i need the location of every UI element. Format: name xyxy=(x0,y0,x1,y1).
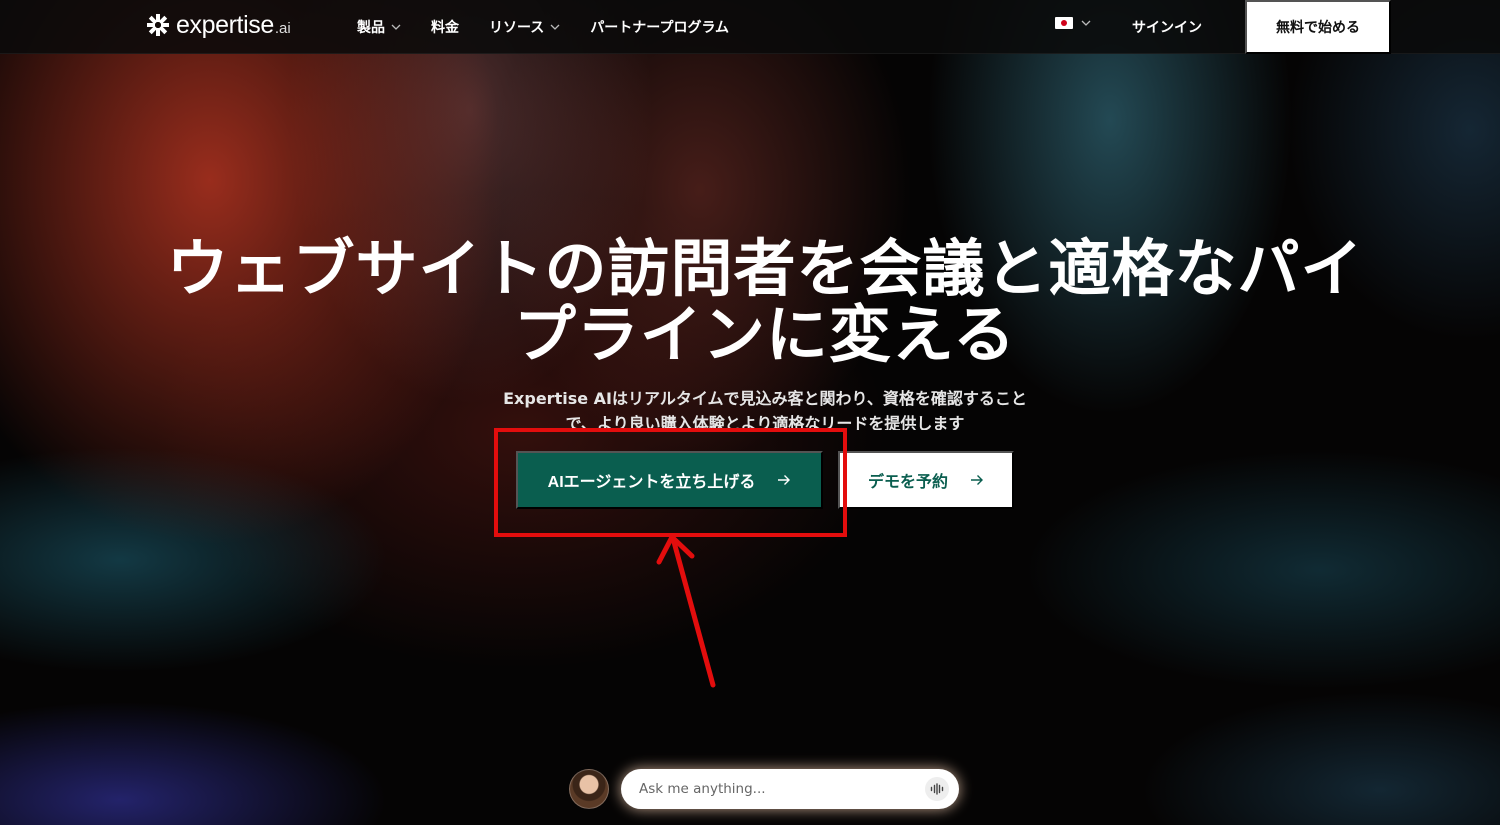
nav-item-pricing[interactable]: 料金 xyxy=(431,17,459,37)
brand-name: expertise xyxy=(176,11,274,39)
waveform-icon xyxy=(930,783,944,795)
brand-suffix: .ai xyxy=(274,20,291,37)
book-demo-button[interactable]: デモを予約 xyxy=(838,451,1014,509)
annotation-highlight-box xyxy=(494,428,847,537)
japan-flag-icon xyxy=(1055,17,1073,29)
nav-item-label: 製品 xyxy=(357,20,385,36)
brand-logo[interactable]: expertise .ai xyxy=(146,12,291,39)
top-navbar: expertise .ai 製品 料金 リソース パートナープログラム サインイ… xyxy=(0,0,1500,54)
language-selector[interactable] xyxy=(1055,17,1091,29)
nav-item-resources[interactable]: リソース xyxy=(489,17,560,37)
nav-item-label: 料金 xyxy=(431,20,459,36)
nav-item-label: リソース xyxy=(489,20,545,36)
logo-asterisk-icon xyxy=(147,14,169,36)
main-nav: 製品 料金 リソース パートナープログラム xyxy=(357,0,759,54)
nav-item-products[interactable]: 製品 xyxy=(357,17,401,37)
annotation-arrow-icon xyxy=(656,534,716,688)
book-demo-label: デモを予約 xyxy=(867,474,948,491)
chevron-down-icon xyxy=(391,24,401,30)
ask-assistant-bar xyxy=(621,769,959,809)
ask-input[interactable] xyxy=(639,779,909,799)
chevron-down-icon xyxy=(1081,20,1091,26)
chevron-down-icon xyxy=(550,24,560,30)
assistant-avatar[interactable] xyxy=(569,769,609,809)
arrow-right-icon xyxy=(971,475,983,485)
nav-item-partner-program[interactable]: パートナープログラム xyxy=(590,17,729,37)
hero-subtitle: Expertise AIはリアルタイムで見込み客と関わり、資格を確認することで、… xyxy=(503,389,1027,430)
start-free-button[interactable]: 無料で始める xyxy=(1245,0,1391,54)
hero-title: ウェブサイトの訪問者を会議と適格なパイプラインに変える xyxy=(166,232,1364,371)
nav-item-label: パートナープログラム xyxy=(590,20,730,36)
signin-link[interactable]: サインイン xyxy=(1132,0,1202,54)
voice-input-button[interactable] xyxy=(925,777,949,801)
